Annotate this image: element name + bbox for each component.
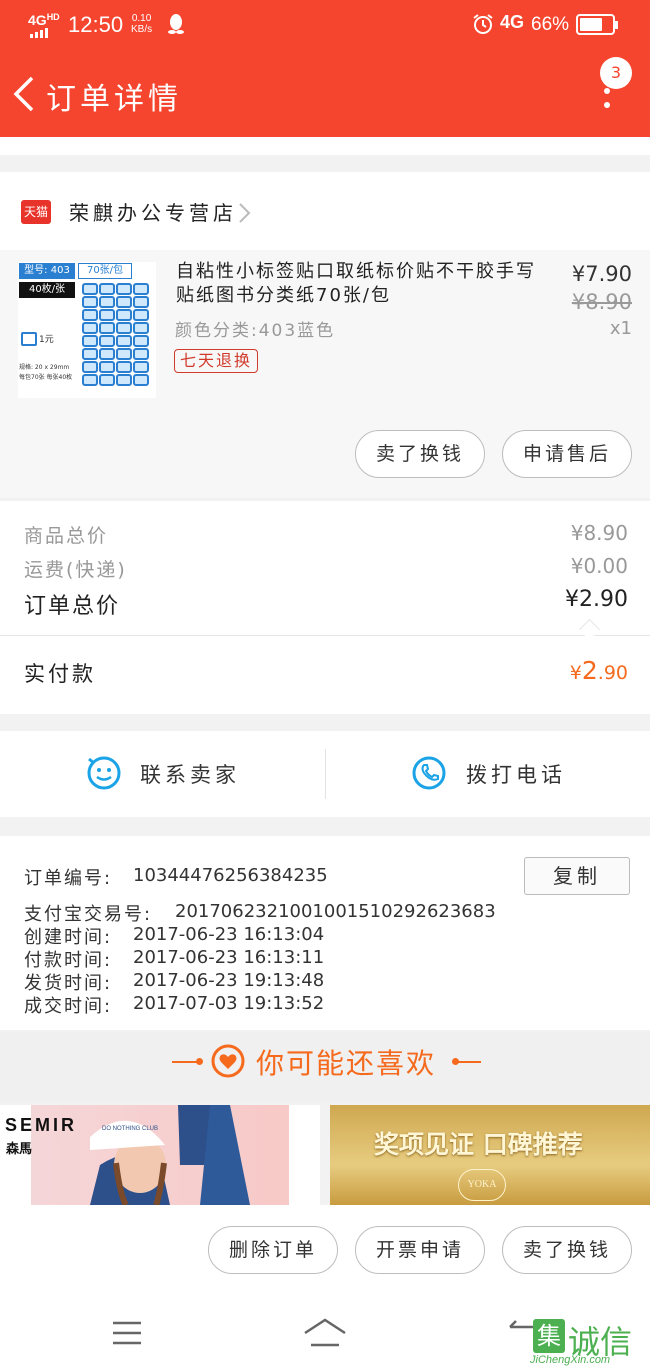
image-pack-label: 每包70张 每张40枚	[19, 374, 73, 381]
product-price: ¥7.90	[571, 262, 632, 286]
actual-paid-label: 实付款	[24, 662, 96, 686]
image-count-label: 70张/包	[78, 263, 132, 279]
battery-icon	[576, 14, 618, 35]
deco-line-right	[457, 1061, 481, 1063]
copy-button[interactable]: 复制	[524, 857, 630, 895]
completed-value: 2017-07-03 19:13:52	[133, 993, 325, 1014]
image-model-label: 型号: 403	[19, 263, 75, 279]
net-speed-unit: KB/s	[131, 24, 153, 35]
image-size-label: 规格: 20 x 29mm	[19, 364, 70, 371]
chat-icon	[87, 756, 121, 790]
deco-dot-left	[196, 1058, 203, 1065]
menu-icon[interactable]	[111, 1321, 143, 1345]
bottom-action-bar: 删除订单 开票申请 卖了换钱	[0, 1205, 650, 1297]
banner-semir[interactable]: SEMIR 森馬 DO NOTHING CLUB	[0, 1105, 320, 1205]
net2-label: 4G	[500, 12, 525, 32]
recommend-header: 你可能还喜欢	[0, 1032, 650, 1102]
more-dot-icon	[604, 102, 610, 108]
net-speed: 0.10 KB/s	[131, 13, 152, 35]
tmall-icon: 天猫	[21, 200, 51, 224]
contact-seller-button[interactable]: 联系卖家	[86, 753, 286, 795]
shop-row[interactable]: 天猫 荣麒办公专营店	[0, 172, 650, 250]
network-indicator: 4GHD	[28, 12, 60, 28]
after-sale-button[interactable]: 申请售后	[502, 430, 632, 478]
completed-label: 成交时间:	[24, 996, 113, 1017]
seven-day-return-tag: 七天退换	[174, 349, 259, 373]
system-nav-bar: 集 诚信 JiChengXin.com	[0, 1297, 650, 1372]
phone-icon	[412, 756, 446, 790]
network-label: 4G	[28, 12, 47, 28]
shipped-value: 2017-06-23 19:13:48	[133, 970, 325, 991]
image-sheets-label: 40枚/张	[19, 282, 75, 298]
call-phone-button[interactable]: 拨打电话	[411, 753, 611, 795]
paid-decimal: .90	[597, 662, 628, 684]
message-badge: 3	[600, 57, 632, 89]
back-button[interactable]	[10, 76, 38, 112]
alipay-value: 2017062321001001510292623683	[175, 901, 496, 922]
yoka-logo: YOKA	[458, 1169, 506, 1201]
freight-value: ¥0.00	[570, 554, 628, 578]
chevron-left-icon	[13, 76, 34, 112]
top-bar: 4GHD 12:50 0.10 KB/s 4G 66% 订单详情 3	[0, 0, 650, 137]
delete-order-button[interactable]: 删除订单	[208, 1226, 338, 1274]
product-original-price: ¥8.90	[571, 290, 632, 314]
product-spec: 颜色分类:403蓝色	[175, 321, 336, 341]
call-phone-label: 拨打电话	[466, 763, 566, 787]
more-dot-icon	[604, 88, 610, 94]
actual-paid-row: 实付款 ¥2.90	[0, 636, 650, 714]
heart-icon	[211, 1044, 245, 1078]
battery-percent: 66%	[531, 14, 570, 35]
order-number-label: 订单编号:	[24, 868, 113, 889]
product-card[interactable]: 型号: 403 70张/包 40枚/张 1元 规格: 20 x 29mm 每包7…	[0, 250, 650, 498]
watermark-url: JiChengXin.com	[530, 1354, 611, 1366]
qq-icon	[167, 13, 185, 39]
home-icon[interactable]	[303, 1317, 347, 1347]
yoka-slogan: 奖项见证 口碑推荐	[374, 1130, 583, 1159]
divider	[325, 749, 326, 799]
sell-for-cash-button[interactable]: 卖了换钱	[355, 430, 485, 478]
goods-total-value: ¥8.90	[570, 521, 628, 545]
product-title[interactable]: 自粘性小标签贴口取纸标价贴不干胶手写贴纸图书分类纸70张/包	[176, 260, 546, 308]
page-title: 订单详情	[46, 82, 182, 117]
order-number-value[interactable]: 10344476256384235	[133, 865, 328, 886]
net-speed-value: 0.10	[131, 13, 152, 24]
label-grid-icon	[82, 283, 149, 386]
label-sample-icon	[21, 332, 37, 346]
more-button[interactable]	[598, 88, 616, 112]
freight-label: 运费(快递)	[24, 559, 127, 581]
goods-total-label: 商品总价	[24, 525, 109, 547]
actual-paid-value: ¥2.90	[520, 656, 628, 685]
created-value: 2017-06-23 16:13:04	[133, 924, 325, 945]
paid-integer: 2	[581, 656, 598, 685]
clock: 12:50	[68, 12, 124, 37]
chevron-right-icon	[239, 203, 251, 223]
header-spacer	[0, 137, 650, 155]
contact-row: 联系卖家 拨打电话	[0, 731, 650, 817]
watermark-logo: 集	[533, 1319, 565, 1353]
network-sup: HD	[46, 12, 60, 22]
order-total-value: ¥2.90	[565, 587, 628, 612]
cap-text: DO NOTHING CLUB	[102, 1126, 158, 1132]
image-price-label: 1元	[39, 335, 54, 345]
sell-for-cash-bottom-button[interactable]: 卖了换钱	[502, 1226, 632, 1274]
product-image[interactable]: 型号: 403 70张/包 40枚/张 1元 规格: 20 x 29mm 每包7…	[18, 262, 156, 398]
deco-line-left	[172, 1061, 198, 1063]
banner-yoka[interactable]: 奖项见证 口碑推荐 YOKA	[330, 1105, 650, 1205]
recommend-title: 你可能还喜欢	[256, 1047, 437, 1080]
contact-seller-label: 联系卖家	[140, 763, 240, 787]
product-quantity: x1	[609, 318, 632, 339]
order-info: 订单编号: 10344476256384235 复制 支付宝交易号: 20170…	[0, 836, 650, 1030]
price-summary: 商品总价 ¥8.90 运费(快递) ¥0.00 订单总价 ¥2.90	[0, 501, 650, 641]
semir-logo-cn: 森馬	[6, 1142, 33, 1157]
invoice-request-button[interactable]: 开票申请	[355, 1226, 485, 1274]
shop-name: 荣麒办公专营店	[69, 201, 237, 225]
paid-currency: ¥	[569, 662, 582, 684]
order-total-label: 订单总价	[24, 594, 121, 619]
model-photo: DO NOTHING CLUB	[90, 1105, 250, 1205]
alarm-icon	[472, 13, 494, 39]
paid-time-value: 2017-06-23 16:13:11	[133, 947, 325, 968]
